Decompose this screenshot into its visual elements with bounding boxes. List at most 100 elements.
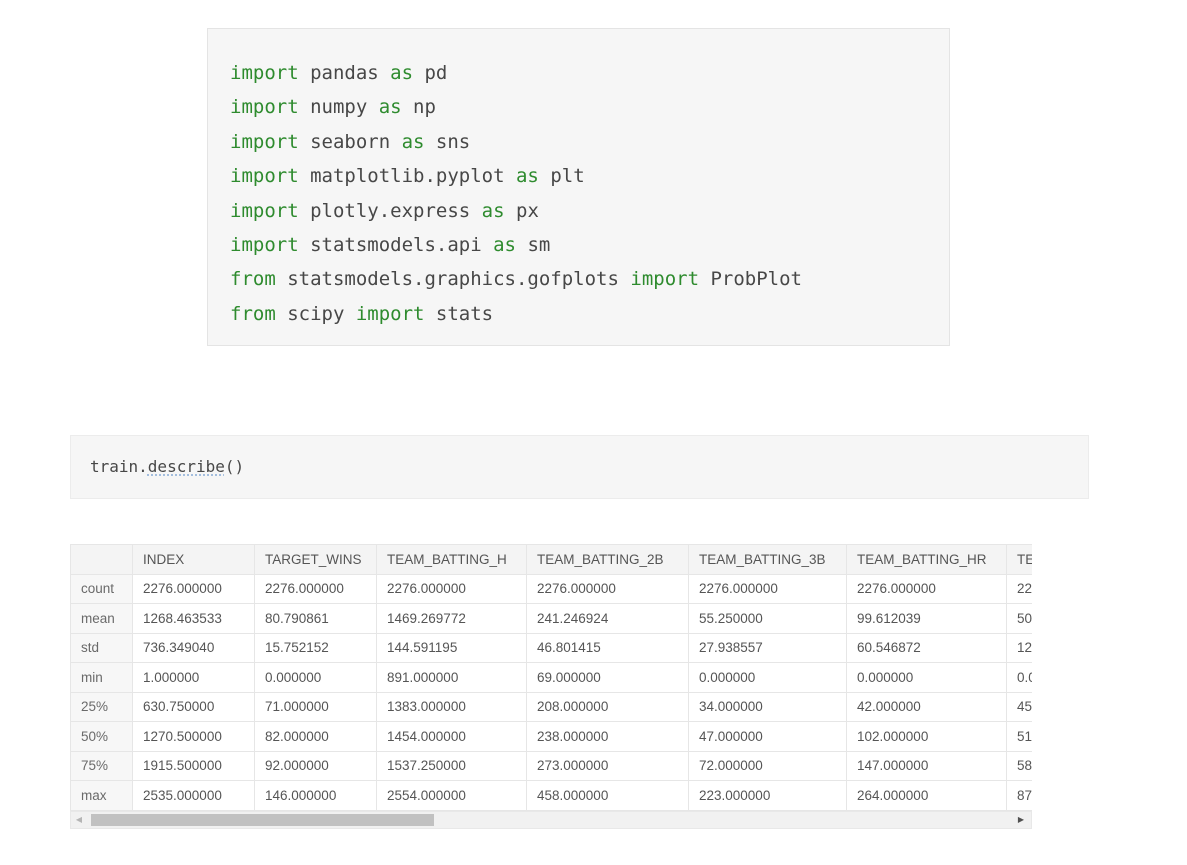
code-line: import seaborn as sns (230, 125, 802, 159)
scroll-left-arrow-icon[interactable]: ◀ (71, 812, 87, 828)
column-header: TEAM_BATTING_H (376, 544, 527, 575)
code-token: ProbPlot (699, 268, 802, 291)
table-cell: 208.000000 (526, 691, 689, 722)
table-cell: 122.6 (1006, 632, 1032, 663)
table-cell: 2276.000000 (688, 573, 847, 604)
code-keyword: import (230, 96, 299, 119)
table-cell: 223.000000 (688, 780, 847, 811)
row-label: 75% (70, 750, 133, 781)
table-cell: 878.0 (1006, 780, 1032, 811)
code-token: scipy (275, 302, 356, 325)
code-line: import numpy as np (230, 90, 802, 124)
row-label: 25% (70, 691, 133, 722)
code-keyword: import (630, 268, 700, 291)
table-row: mean 1268.463533 80.790861 1469.269772 241.2… (70, 603, 1032, 634)
code-token: stats (424, 302, 494, 325)
code-keyword: as (515, 165, 539, 188)
row-label: max (70, 780, 133, 811)
table-row: max 2535.000000 146.000000 2554.000000 458.0… (70, 780, 1032, 811)
code-cell-describe[interactable]: train.describe() (70, 435, 1089, 499)
table-cell: 2554.000000 (376, 780, 527, 811)
code-line: import matplotlib.pyplot as plt (230, 159, 802, 193)
code-token: seaborn (298, 130, 402, 153)
column-header: TEAM (1006, 544, 1032, 575)
code-token: numpy (298, 96, 379, 119)
code-token: plt (538, 165, 585, 188)
code-keyword: as (378, 96, 402, 119)
code-keyword: from (230, 268, 276, 291)
table-cell: 2276.000000 (132, 573, 255, 604)
table-cell: 55.250000 (688, 603, 847, 634)
table-cell: 34.000000 (688, 691, 847, 722)
row-label: count (70, 573, 133, 604)
code-keyword: import (230, 62, 299, 84)
table-cell: 0.000000 (688, 662, 847, 693)
table-cell: 92.000000 (254, 750, 377, 781)
code-token: statsmodels.api (298, 233, 494, 256)
table-cell: 99.612039 (846, 603, 1007, 634)
table-cell: 144.591195 (376, 632, 527, 663)
table-cell: 2276.000000 (846, 573, 1007, 604)
table-cell: 451.0 (1006, 691, 1032, 722)
code-line: train.describe() (90, 457, 244, 476)
table-cell: 2276.000000 (254, 573, 377, 604)
code-line: import pandas as pd (230, 56, 802, 90)
table-row: count 2276.000000 2276.000000 2276.000000 22… (70, 573, 1032, 604)
code-keyword: import (230, 130, 299, 153)
code-keyword: as (401, 130, 425, 153)
table-row: 75% 1915.500000 92.000000 1537.250000 273.00… (70, 750, 1032, 781)
table-cell: 241.246924 (526, 603, 689, 634)
table-cell: 736.349040 (132, 632, 255, 663)
table-row: std 736.349040 15.752152 144.591195 46.80141… (70, 632, 1032, 663)
table-body: count 2276.000000 2276.000000 2276.000000 22… (70, 573, 1032, 811)
code-keyword: as (390, 62, 414, 84)
code-token: sm (516, 233, 551, 256)
table-cell: 238.000000 (526, 721, 689, 752)
code-keyword: from (230, 302, 276, 325)
code-keyword: import (230, 199, 299, 222)
column-header: TEAM_BATTING_HR (846, 544, 1007, 575)
table-cell: 264.000000 (846, 780, 1007, 811)
table-cell: 27.938557 (688, 632, 847, 663)
table-cell: 273.000000 (526, 750, 689, 781)
column-header: TEAM_BATTING_3B (688, 544, 847, 575)
row-label: mean (70, 603, 133, 634)
code-token: pandas (298, 62, 391, 84)
table-cell: 1469.269772 (376, 603, 527, 634)
column-header: TARGET_WINS (254, 544, 377, 575)
row-label: std (70, 632, 133, 663)
table-cell: 0.000 (1006, 662, 1032, 693)
code-token: np (401, 96, 436, 119)
table-cell: 2276. (1006, 573, 1032, 604)
table-cell: 82.000000 (254, 721, 377, 752)
table-corner-cell (70, 544, 133, 575)
table-cell: 71.000000 (254, 691, 377, 722)
code-token: px (504, 199, 539, 222)
code-keyword: import (230, 233, 299, 256)
table-cell: 147.000000 (846, 750, 1007, 781)
table-cell: 458.000000 (526, 780, 689, 811)
horizontal-scrollbar[interactable]: ◀ ▶ (70, 811, 1032, 829)
code-token: statsmodels.graphics.gofplots (275, 268, 631, 291)
table-cell: 1537.250000 (376, 750, 527, 781)
code-keyword: as (493, 233, 516, 256)
table-cell: 1454.000000 (376, 721, 527, 752)
code-line: import statsmodels.api as sm (230, 228, 802, 262)
code-line: from statsmodels.graphics.gofplots impor… (230, 262, 802, 296)
code-line: from scipy import stats (230, 297, 802, 331)
scroll-right-arrow-icon[interactable]: ▶ (1013, 812, 1029, 828)
table-cell: 2535.000000 (132, 780, 255, 811)
table-cell: 1915.500000 (132, 750, 255, 781)
code-cell-imports[interactable]: import pandas as pd import numpy as np imp… (207, 28, 950, 346)
code-token: sns (424, 130, 471, 153)
table-cell: 102.000000 (846, 721, 1007, 752)
output-table-container: INDEX TARGET_WINS TEAM_BATTING_H TEAM_BATTI… (70, 544, 1032, 811)
code-editor[interactable]: import pandas as pd import numpy as np imp… (230, 56, 802, 331)
row-label: min (70, 662, 133, 693)
code-object: train. (90, 457, 148, 476)
code-token: matplotlib.pyplot (298, 165, 516, 188)
code-token: plotly.express (298, 199, 482, 222)
scrollbar-thumb[interactable] (91, 814, 434, 826)
table-header-row: INDEX TARGET_WINS TEAM_BATTING_H TEAM_BATTI… (70, 544, 1032, 575)
code-token: pd (413, 62, 448, 84)
